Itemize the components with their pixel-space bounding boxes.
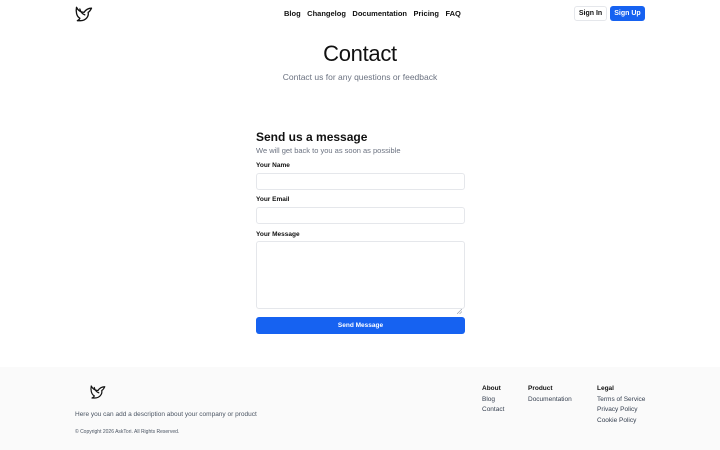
- nav-link-pricing[interactable]: Pricing: [414, 9, 439, 18]
- form-subtitle: We will get back to you as soon as possi…: [256, 146, 401, 155]
- resize-handle-icon[interactable]: [456, 301, 463, 315]
- email-label: Your Email: [256, 196, 290, 203]
- footer-link-privacy[interactable]: Privacy Policy: [597, 406, 645, 413]
- page-title: Contact: [323, 41, 397, 66]
- footer-link-blog[interactable]: Blog: [482, 396, 504, 403]
- top-navbar: Blog Changelog Documentation Pricing FAQ…: [0, 0, 720, 28]
- message-label: Your Message: [256, 231, 300, 238]
- footer-column-legal: Legal Terms of Service Privacy Policy Co…: [597, 385, 645, 427]
- footer-description: Here you can add a description about you…: [75, 411, 257, 418]
- nav-link-blog[interactable]: Blog: [284, 9, 301, 18]
- sign-in-button[interactable]: Sign In: [574, 6, 607, 21]
- footer-column-product: Product Documentation: [528, 385, 572, 406]
- footer-link-cookie[interactable]: Cookie Policy: [597, 417, 645, 424]
- nav-link-documentation[interactable]: Documentation: [352, 9, 407, 18]
- main-nav: Blog Changelog Documentation Pricing FAQ: [284, 9, 467, 18]
- nav-link-changelog[interactable]: Changelog: [307, 9, 346, 18]
- form-title: Send us a message: [256, 130, 368, 144]
- footer-column-about: About Blog Contact: [482, 385, 504, 417]
- dove-logo-icon[interactable]: [89, 383, 107, 401]
- site-footer: Here you can add a description about you…: [0, 367, 720, 450]
- send-message-button[interactable]: Send Message: [256, 317, 465, 334]
- page-subtitle: Contact us for any questions or feedback: [282, 72, 438, 82]
- email-field[interactable]: [256, 207, 465, 224]
- message-textarea[interactable]: [256, 241, 465, 315]
- dove-logo-icon[interactable]: [74, 4, 94, 24]
- nav-link-faq[interactable]: FAQ: [445, 9, 460, 18]
- sign-up-button[interactable]: Sign Up: [610, 6, 645, 21]
- footer-link-terms[interactable]: Terms of Service: [597, 396, 645, 403]
- footer-link-documentation[interactable]: Documentation: [528, 396, 572, 403]
- name-label: Your Name: [256, 162, 290, 169]
- name-field[interactable]: [256, 173, 465, 190]
- footer-heading-product: Product: [528, 385, 553, 392]
- footer-heading-about: About: [482, 385, 501, 392]
- contact-form: Send us a message We will get back to yo…: [256, 130, 465, 334]
- footer-heading-legal: Legal: [597, 385, 614, 392]
- footer-link-contact[interactable]: Contact: [482, 406, 504, 413]
- footer-copyright: © Copyright 2026 AskTori. All Rights Res…: [75, 429, 180, 435]
